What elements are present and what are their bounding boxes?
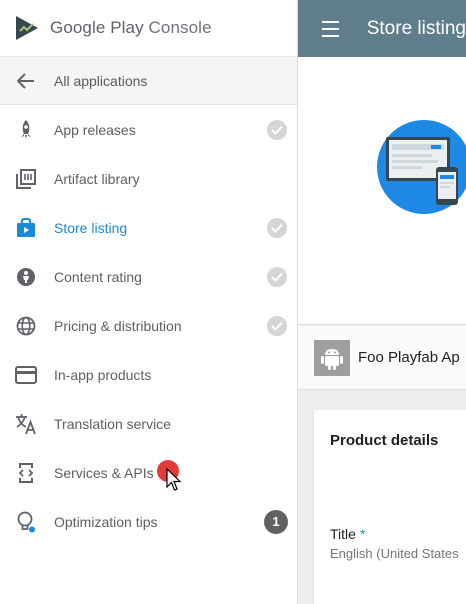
title-label-text: Title xyxy=(330,526,356,542)
product-details-card: Product details Title * English (United S… xyxy=(314,410,466,604)
sidebar-item-label: Optimization tips xyxy=(54,513,158,530)
sidebar-item-label: Artifact library xyxy=(54,170,140,187)
page-title: Store listing xyxy=(366,17,466,39)
sidebar-item-in-app-products[interactable]: In-app products xyxy=(0,350,297,399)
sidebar-item-content-rating[interactable]: Content rating xyxy=(0,252,297,301)
title-locale: English (United States xyxy=(330,546,459,561)
sidebar-item-artifact-library[interactable]: Artifact library xyxy=(0,154,297,203)
required-marker: * xyxy=(359,526,366,542)
android-icon xyxy=(314,339,350,376)
lightbulb-icon xyxy=(14,510,38,534)
section-heading: Product details xyxy=(330,432,439,449)
sidebar: Google Play Console All applications App… xyxy=(0,0,298,604)
sidebar-item-app-releases[interactable]: App releases xyxy=(0,105,297,154)
app-name: Foo Playfab Ap xyxy=(358,349,460,366)
main-panel: Store listing Foo Playfab Ap Product det… xyxy=(298,0,466,604)
app-selector[interactable]: Foo Playfab Ap xyxy=(298,326,466,390)
sidebar-item-label: Pricing & distribution xyxy=(54,317,182,334)
translate-icon xyxy=(14,412,38,436)
arrow-back-icon xyxy=(14,69,38,93)
rating-icon xyxy=(14,265,38,289)
store-icon xyxy=(14,216,38,240)
menu-icon[interactable] xyxy=(322,20,339,37)
code-icon xyxy=(14,461,38,485)
sidebar-item-services-apis[interactable]: Services & APIs xyxy=(0,448,297,497)
card-icon xyxy=(14,363,38,387)
all-applications-link[interactable]: All applications xyxy=(0,57,297,105)
sidebar-item-pricing-distribution[interactable]: Pricing & distribution xyxy=(0,301,297,350)
globe-icon xyxy=(14,314,38,338)
sidebar-item-translation-service[interactable]: Translation service xyxy=(0,399,297,448)
top-app-bar: Store listing xyxy=(298,0,466,57)
store-listing-hero xyxy=(298,57,466,325)
check-circle-icon xyxy=(267,266,287,287)
tips-count-badge: 1 xyxy=(264,509,288,534)
sidebar-item-label: App releases xyxy=(54,121,136,138)
brand-name-secondary: Console xyxy=(148,18,212,37)
sidebar-item-label: Translation service xyxy=(54,415,171,432)
all-applications-label: All applications xyxy=(54,72,148,89)
mouse-pointer-icon xyxy=(166,468,182,491)
title-field-label: Title * xyxy=(330,526,365,542)
sidebar-item-label: Store listing xyxy=(54,219,128,236)
sidebar-item-label: In-app products xyxy=(54,366,152,383)
brand-name: Google Play Console xyxy=(50,18,212,38)
check-circle-icon xyxy=(267,315,287,336)
check-circle-icon xyxy=(267,217,287,238)
brand-header[interactable]: Google Play Console xyxy=(0,0,297,57)
sidebar-item-store-listing[interactable]: Store listing xyxy=(0,203,297,252)
sidebar-nav: App releases Artifact library Store list… xyxy=(0,105,297,546)
sidebar-item-optimization-tips[interactable]: Optimization tips 1 xyxy=(0,497,297,546)
sidebar-item-label: Services & APIs xyxy=(54,464,154,481)
brand-name-primary: Google Play xyxy=(50,18,144,37)
devices-illustration-icon xyxy=(377,120,466,214)
sidebar-item-label: Content rating xyxy=(54,268,142,285)
rocket-icon xyxy=(14,118,38,142)
library-icon xyxy=(14,167,38,191)
play-console-logo-icon xyxy=(16,16,38,40)
check-circle-icon xyxy=(267,119,287,140)
